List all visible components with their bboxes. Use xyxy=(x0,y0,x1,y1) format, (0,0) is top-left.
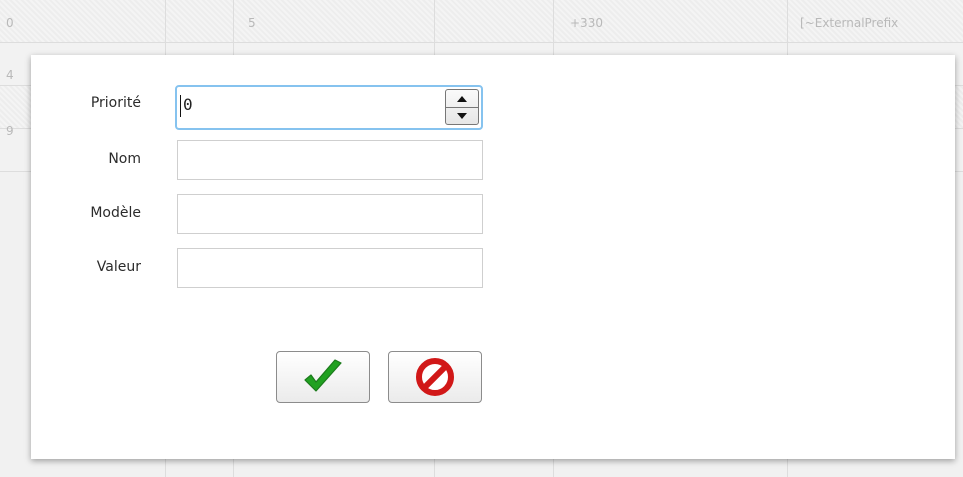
value-label: Valeur xyxy=(96,259,141,275)
table-cell: 9 xyxy=(6,124,14,138)
model-label: Modèle xyxy=(90,205,141,221)
model-input[interactable] xyxy=(177,194,483,234)
confirm-button[interactable] xyxy=(276,351,370,403)
spinner-buttons[interactable] xyxy=(445,89,479,125)
cancel-button[interactable] xyxy=(388,351,482,403)
arrow-up-icon xyxy=(457,95,467,102)
table-cell: +330 xyxy=(570,16,603,30)
arrow-down-icon xyxy=(457,112,467,119)
priority-label: Priorité xyxy=(90,95,141,111)
decrement-button[interactable] xyxy=(446,107,478,124)
name-label: Nom xyxy=(108,151,141,167)
no-entry-icon xyxy=(416,358,454,396)
name-input[interactable] xyxy=(177,140,483,180)
value-input[interactable] xyxy=(177,248,483,288)
priority-value[interactable]: 0 xyxy=(183,95,193,114)
priority-spinner[interactable]: 0 xyxy=(175,85,483,130)
table-cell: 4 xyxy=(6,68,14,82)
edit-dialog: Priorité 0 Nom Modèle Valeur xyxy=(31,55,955,459)
table-cell: 0 xyxy=(6,16,14,30)
table-cell: [~ExternalPrefix xyxy=(800,16,899,30)
text-caret xyxy=(180,95,181,117)
check-icon xyxy=(304,359,342,392)
increment-button[interactable] xyxy=(446,90,478,108)
table-cell: 5 xyxy=(248,16,256,30)
